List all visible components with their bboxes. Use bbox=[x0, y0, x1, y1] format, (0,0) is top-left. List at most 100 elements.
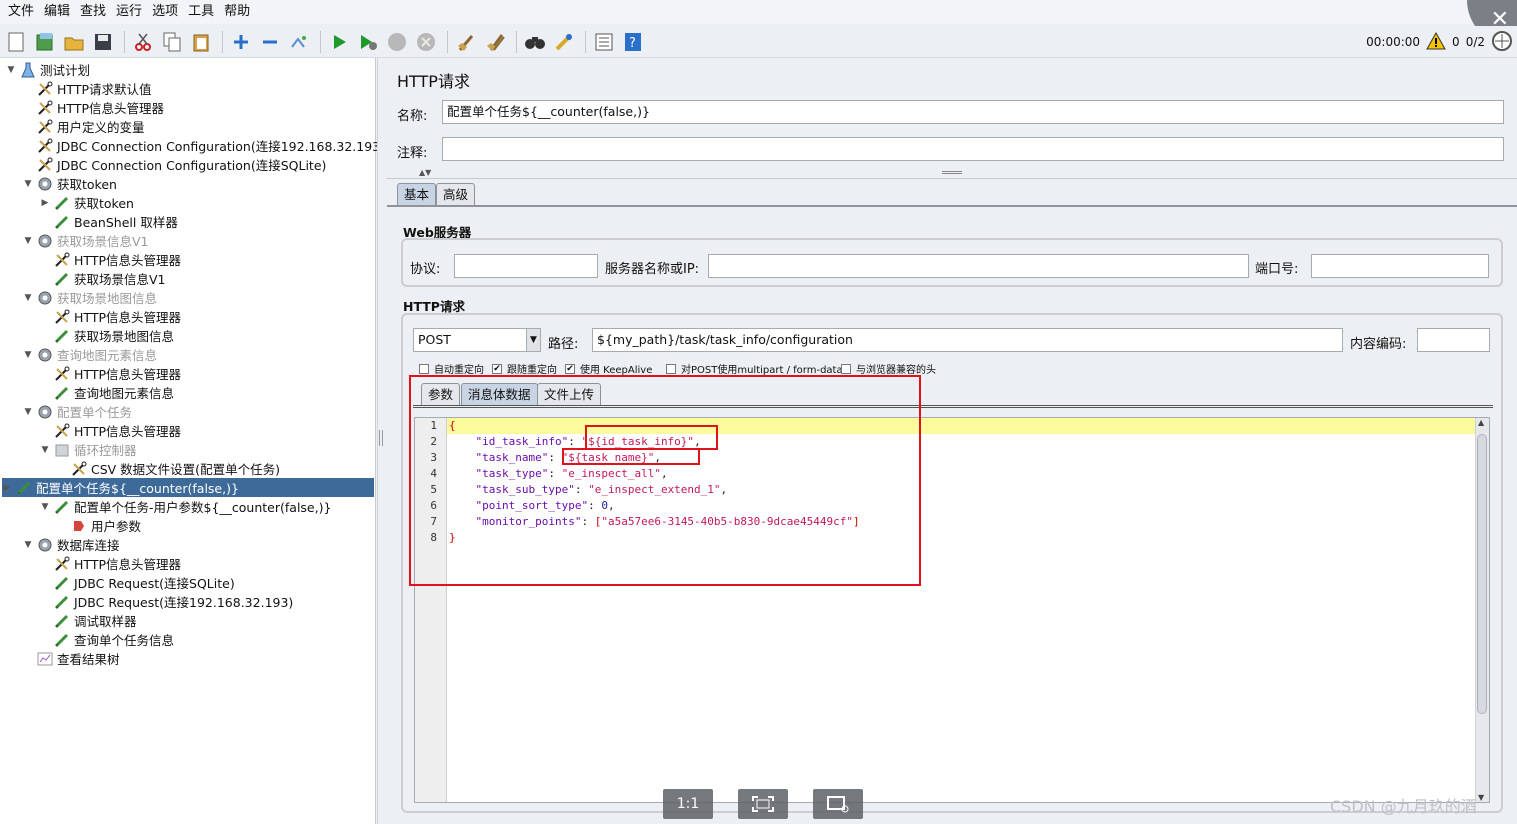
function-helper-icon[interactable] bbox=[591, 29, 617, 55]
menu-item[interactable]: 工具 bbox=[184, 0, 218, 24]
protocol-field[interactable] bbox=[454, 254, 598, 278]
tree-item[interactable]: HTTP信息头管理器 bbox=[40, 421, 181, 440]
screenshot-icon[interactable] bbox=[813, 789, 863, 819]
paste-icon[interactable] bbox=[188, 29, 214, 55]
method-select[interactable]: POST ▼ bbox=[413, 328, 541, 352]
tree-item[interactable]: ▼ 获取场景信息V1 bbox=[23, 231, 149, 250]
toggle-icon[interactable] bbox=[286, 29, 312, 55]
unchecked-checkbox-icon[interactable] bbox=[841, 363, 851, 374]
tree-toggle-icon[interactable]: ▼ bbox=[23, 540, 33, 550]
templates-icon[interactable] bbox=[32, 29, 58, 55]
tree-toggle-icon[interactable]: ▼ bbox=[23, 236, 33, 246]
vertical-scrollbar[interactable]: ▲ ▼ bbox=[1475, 418, 1489, 802]
tree-item[interactable]: 用户参数 bbox=[57, 516, 141, 535]
tree-item-selected[interactable]: ▶ 配置单个任务${__counter(false,)} bbox=[2, 478, 374, 497]
divider-grip[interactable] bbox=[942, 171, 962, 174]
zoom-actual-button[interactable]: 1:1 bbox=[663, 789, 713, 819]
tree-item[interactable]: JDBC Request(连接192.168.32.193) bbox=[40, 592, 293, 611]
clear-icon[interactable] bbox=[453, 29, 479, 55]
tree-item[interactable]: 查询地图元素信息 bbox=[40, 383, 174, 402]
tree-item[interactable]: 获取场景信息V1 bbox=[40, 269, 166, 288]
tree-item[interactable]: ▼ 获取场景地图信息 bbox=[23, 288, 157, 307]
tree-toggle-icon[interactable]: ▶ bbox=[2, 483, 12, 493]
comment-field[interactable] bbox=[442, 137, 1504, 161]
warning-icon[interactable] bbox=[1426, 31, 1446, 53]
unchecked-checkbox-icon[interactable] bbox=[666, 363, 676, 374]
menu-item[interactable]: 编辑 bbox=[40, 0, 74, 24]
checked-checkbox-icon[interactable]: ✔ bbox=[492, 363, 502, 374]
shutdown-icon[interactable] bbox=[413, 29, 439, 55]
option-checkbox[interactable]: 对POST使用multipart / form-data bbox=[666, 361, 843, 376]
tree-item[interactable]: HTTP信息头管理器 bbox=[40, 307, 181, 326]
encoding-field[interactable] bbox=[1417, 328, 1490, 352]
tree-item[interactable]: HTTP信息头管理器 bbox=[23, 98, 164, 117]
tree-item[interactable]: ▼ 循环控制器 bbox=[40, 440, 137, 459]
search-icon[interactable] bbox=[522, 29, 548, 55]
tree-toggle-icon[interactable]: ▼ bbox=[23, 407, 33, 417]
option-checkbox[interactable]: ✔ 使用 KeepAlive bbox=[565, 361, 652, 376]
tree-toggle-icon[interactable]: ▼ bbox=[23, 293, 33, 303]
menu-item[interactable]: 文件 bbox=[4, 0, 38, 24]
path-field[interactable]: ${my_path}/task/task_info/configuration bbox=[592, 328, 1343, 352]
collapse-arrows-icon[interactable]: ▲▼ bbox=[419, 168, 431, 177]
start-icon[interactable] bbox=[326, 29, 352, 55]
tree-item[interactable]: HTTP信息头管理器 bbox=[40, 554, 181, 573]
collapse-icon[interactable] bbox=[257, 29, 283, 55]
start-no-pause-icon[interactable] bbox=[355, 29, 381, 55]
expand-icon[interactable] bbox=[228, 29, 254, 55]
save-icon[interactable] bbox=[90, 29, 116, 55]
option-checkbox[interactable]: ✔ 跟随重定向 bbox=[492, 361, 557, 376]
tree-item[interactable]: ▼ 测试计划 bbox=[6, 60, 90, 79]
name-field[interactable]: 配置单个任务${__counter(false,)} bbox=[442, 100, 1504, 124]
tree-item[interactable]: ▼ 查询地图元素信息 bbox=[23, 345, 157, 364]
open-icon[interactable] bbox=[61, 29, 87, 55]
menu-item[interactable]: 查找 bbox=[76, 0, 110, 24]
menu-item[interactable]: 运行 bbox=[112, 0, 146, 24]
tree-item[interactable]: CSV 数据文件设置(配置单个任务) bbox=[57, 459, 280, 478]
copy-icon[interactable] bbox=[159, 29, 185, 55]
unchecked-checkbox-icon[interactable] bbox=[419, 363, 429, 374]
option-checkbox[interactable]: 自动重定向 bbox=[419, 361, 484, 376]
tree-toggle-icon[interactable]: ▼ bbox=[40, 445, 50, 455]
tree-item[interactable]: 查看结果树 bbox=[23, 649, 120, 668]
help-icon[interactable]: ? bbox=[620, 29, 646, 55]
splitter-grip[interactable] bbox=[379, 430, 383, 446]
scroll-up-icon[interactable]: ▲ bbox=[1478, 418, 1484, 427]
tree-item[interactable]: JDBC Connection Configuration(连接SQLite) bbox=[23, 155, 326, 174]
fit-screen-icon[interactable] bbox=[738, 789, 788, 819]
tree-item[interactable]: BeanShell 取样器 bbox=[40, 212, 178, 231]
tree-toggle-icon[interactable]: ▶ bbox=[40, 198, 50, 208]
tree-item[interactable]: 调试取样器 bbox=[40, 611, 137, 630]
tree-item[interactable]: HTTP信息头管理器 bbox=[40, 250, 181, 269]
cut-icon[interactable] bbox=[130, 29, 156, 55]
tree-item[interactable]: 获取场景地图信息 bbox=[40, 326, 174, 345]
scrollbar-thumb[interactable] bbox=[1477, 434, 1487, 714]
menu-item[interactable]: 帮助 bbox=[220, 0, 254, 24]
tree-item[interactable]: HTTP信息头管理器 bbox=[40, 364, 181, 383]
tree-item[interactable]: 查询单个任务信息 bbox=[40, 630, 174, 649]
tab-basic[interactable]: 基本 bbox=[397, 183, 437, 205]
tree-item[interactable]: ▼ 数据库连接 bbox=[23, 535, 120, 554]
checked-checkbox-icon[interactable]: ✔ bbox=[565, 363, 575, 374]
tree-item[interactable]: ▶ 获取token bbox=[40, 193, 134, 212]
server-field[interactable] bbox=[708, 254, 1249, 278]
tree-item[interactable]: HTTP请求默认值 bbox=[23, 79, 152, 98]
port-field[interactable] bbox=[1311, 254, 1489, 278]
option-checkbox[interactable]: 与浏览器兼容的头 bbox=[841, 361, 936, 376]
reset-search-icon[interactable] bbox=[551, 29, 577, 55]
tree-item[interactable]: ▼ 配置单个任务 bbox=[23, 402, 132, 421]
clear-all-icon[interactable] bbox=[482, 29, 508, 55]
new-icon[interactable] bbox=[3, 29, 29, 55]
tree-toggle-icon[interactable]: ▼ bbox=[6, 65, 16, 75]
tree-item[interactable]: 用户定义的变量 bbox=[23, 117, 145, 136]
tree-item[interactable]: ▼ 获取token bbox=[23, 174, 117, 193]
tree-item[interactable]: JDBC Connection Configuration(连接192.168.… bbox=[23, 136, 385, 155]
tree-toggle-icon[interactable]: ▼ bbox=[40, 502, 50, 512]
tab-advanced[interactable]: 高级 bbox=[436, 183, 476, 205]
scroll-down-icon[interactable]: ▼ bbox=[1478, 793, 1484, 802]
chevron-down-icon[interactable]: ▼ bbox=[526, 329, 540, 351]
menu-item[interactable]: 选项 bbox=[148, 0, 182, 24]
tree-item[interactable]: JDBC Request(连接SQLite) bbox=[40, 573, 235, 592]
stop-icon[interactable] bbox=[384, 29, 410, 55]
tree-item[interactable]: ▼ 配置单个任务-用户参数${__counter(false,)} bbox=[40, 497, 332, 516]
